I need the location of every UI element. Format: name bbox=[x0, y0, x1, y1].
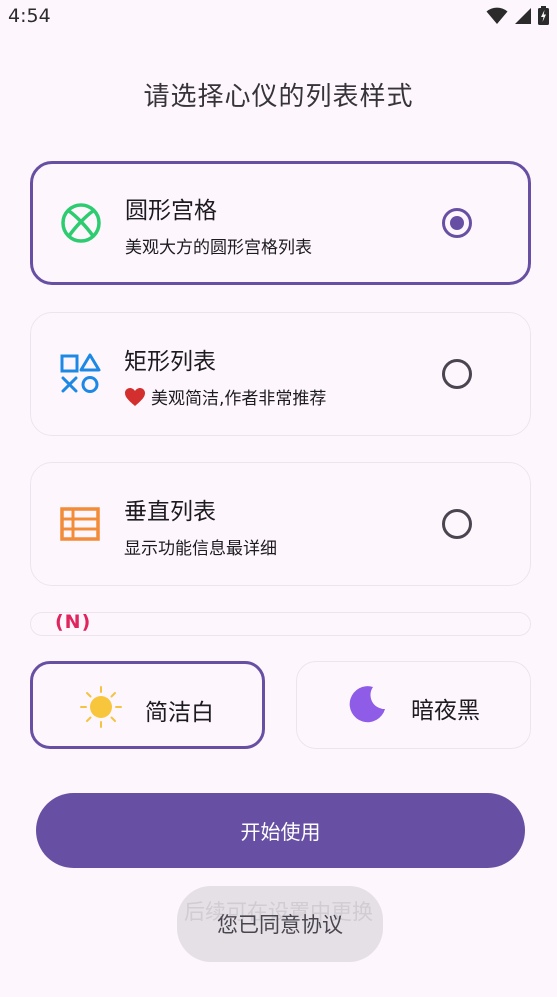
heart-icon bbox=[125, 387, 145, 406]
status-time: 4:54 bbox=[8, 5, 51, 27]
moon-icon bbox=[349, 686, 385, 723]
layout-option-name: 圆形宫格 bbox=[125, 198, 217, 224]
battery-charging-icon bbox=[538, 6, 549, 25]
layout-option-rectangle-list[interactable]: 矩形列表 美观简洁,作者非常推荐 bbox=[30, 312, 531, 436]
playstation-symbols-icon bbox=[60, 353, 101, 393]
cellular-signal-icon bbox=[515, 7, 531, 24]
toast-text: 您已同意协议 bbox=[217, 913, 343, 937]
table-list-icon bbox=[60, 507, 100, 541]
layout-option-circle-grid[interactable]: 圆形宫格 美观大方的圆形宫格列表 bbox=[30, 161, 531, 285]
layout-option-partial[interactable] bbox=[30, 612, 531, 636]
theme-label: 简洁白 bbox=[145, 700, 214, 726]
layout-option-vertical-list[interactable]: 垂直列表 显示功能信息最详细 bbox=[30, 462, 531, 586]
radio-button[interactable] bbox=[442, 509, 472, 539]
layout-option-desc: 美观简洁,作者非常推荐 bbox=[151, 389, 327, 409]
new-badge: (N) bbox=[55, 611, 92, 633]
start-button[interactable]: 开始使用 bbox=[36, 793, 525, 868]
layout-option-desc: 显示功能信息最详细 bbox=[124, 539, 277, 559]
radio-button-selected[interactable] bbox=[442, 208, 472, 238]
wifi-icon bbox=[486, 7, 508, 24]
xbox-icon bbox=[61, 203, 101, 243]
page-title: 请选择心仪的列表样式 bbox=[143, 82, 414, 112]
layout-option-name: 矩形列表 bbox=[124, 349, 216, 375]
radio-button[interactable] bbox=[442, 359, 472, 389]
theme-option-dark[interactable]: 暗夜黑 bbox=[296, 661, 531, 749]
theme-label: 暗夜黑 bbox=[411, 698, 480, 724]
status-bar: 4:54 bbox=[0, 0, 557, 32]
sun-icon bbox=[80, 686, 122, 728]
toast-message: 您已同意协议 bbox=[177, 886, 383, 962]
layout-option-desc: 美观大方的圆形宫格列表 bbox=[125, 238, 312, 258]
layout-option-name: 垂直列表 bbox=[124, 499, 216, 525]
theme-option-light[interactable]: 简洁白 bbox=[30, 661, 265, 749]
